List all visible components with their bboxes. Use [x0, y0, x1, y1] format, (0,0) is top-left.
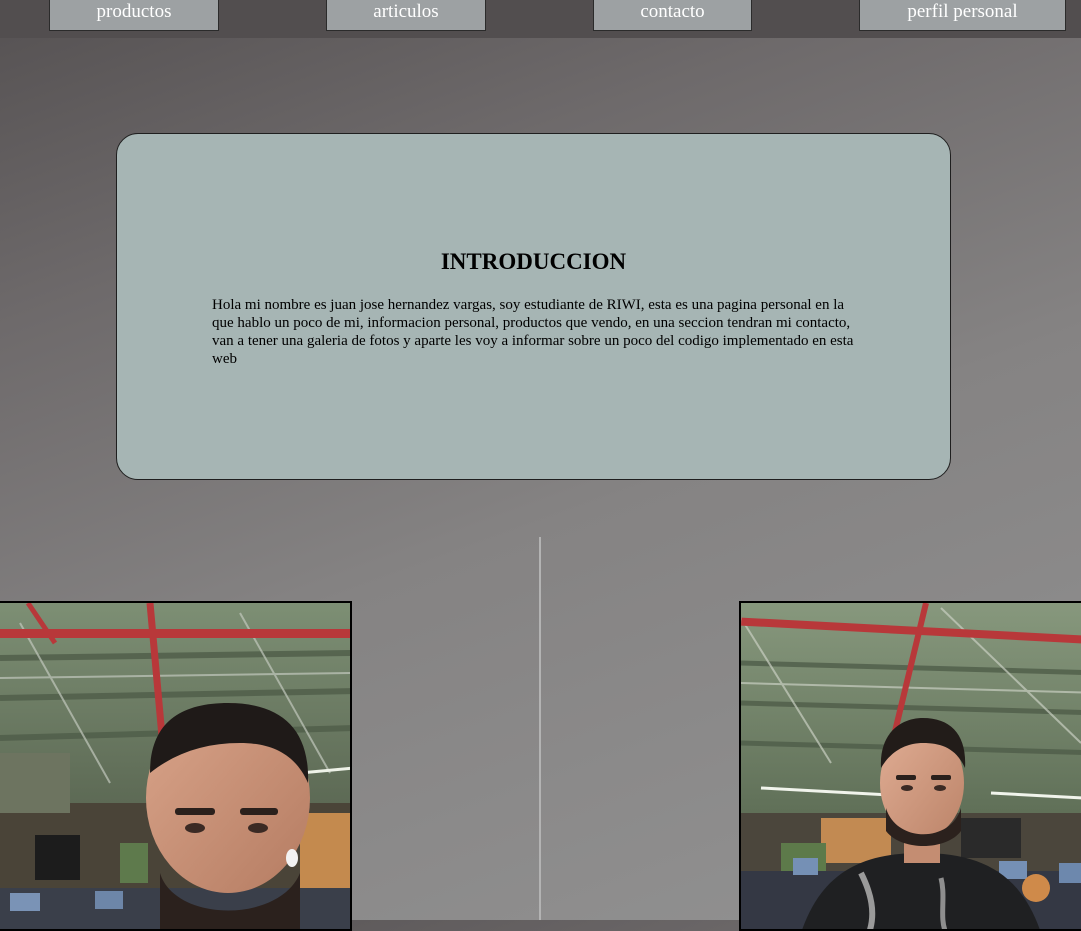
introduction-card: INTRODUCCION Hola mi nombre es juan jose… — [116, 133, 951, 480]
nav-perfil-personal-button[interactable]: perfil personal — [859, 0, 1066, 31]
introduction-text: Hola mi nombre es juan jose hernandez va… — [212, 297, 854, 367]
introduction-title: INTRODUCCION — [440, 249, 627, 274]
top-navigation-bar: productos articulos contacto perfil pers… — [0, 0, 1081, 38]
gallery-photo-portrait — [739, 601, 1081, 931]
nav-productos-button[interactable]: productos — [49, 0, 219, 31]
nav-contacto-button[interactable]: contacto — [593, 0, 752, 31]
nav-articulos-button[interactable]: articulos — [326, 0, 486, 31]
gallery-photo-selfie — [0, 601, 352, 931]
vertical-divider — [539, 537, 541, 920]
